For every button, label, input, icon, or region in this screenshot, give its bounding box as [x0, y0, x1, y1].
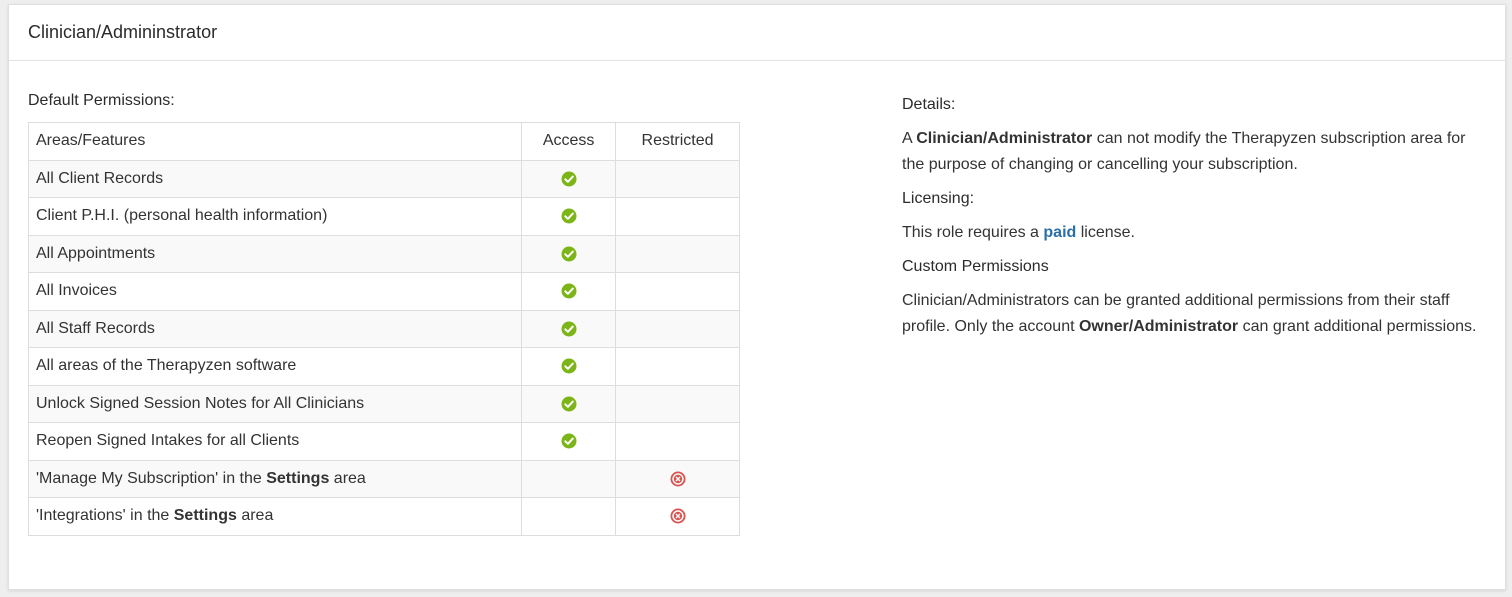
- details-paragraph: A Clinician/Administrator can not modify…: [902, 130, 1466, 173]
- check-circle-icon: [561, 170, 577, 187]
- permissions-label: Default Permissions:: [28, 92, 175, 109]
- restricted-cell: [615, 272, 740, 311]
- table-row: Reopen Signed Intakes for all Clients: [27, 422, 740, 461]
- owner-role-bold: Owner/Administrator: [1078, 318, 1239, 335]
- feature-cell: 'Manage My Subscription' in the Settings…: [27, 459, 523, 498]
- restricted-cell: [615, 384, 740, 423]
- restricted-cell: [615, 347, 740, 386]
- restricted-cell: [615, 459, 740, 498]
- feature-cell: All Invoices: [27, 272, 523, 311]
- feature-bold: Settings: [266, 469, 330, 487]
- restricted-cell: [615, 159, 740, 198]
- table-row: All areas of the Therapyzen software: [27, 347, 740, 386]
- feature-cell: Unlock Signed Session Notes for All Clin…: [27, 384, 523, 423]
- column-header-features: Areas/Features: [27, 122, 523, 161]
- table-row: All Invoices: [27, 272, 740, 311]
- restricted-cell: [615, 234, 740, 273]
- role-name-bold: Clinician/Administrator: [916, 130, 1093, 147]
- feature-bold: Settings: [173, 507, 237, 525]
- table-row: Unlock Signed Session Notes for All Clin…: [27, 384, 740, 423]
- restricted-cell: [615, 422, 740, 461]
- restricted-cell: [615, 197, 740, 236]
- feature-cell: Reopen Signed Intakes for all Clients: [27, 422, 523, 461]
- feature-cell: Client P.H.I. (personal health informati…: [27, 197, 523, 236]
- restricted-cell: [615, 497, 740, 536]
- role-card: Clinician/Admininstrator Default Permiss…: [8, 4, 1506, 590]
- permissions-table: Areas/Features Access Restricted All Cli…: [27, 122, 740, 536]
- details-label: Details:: [902, 96, 956, 113]
- paid-license-link[interactable]: paid: [1043, 224, 1076, 241]
- custom-permissions-label: Custom Permissions: [902, 258, 1049, 275]
- check-circle-icon: [561, 282, 577, 299]
- column-header-restricted: Restricted: [615, 122, 740, 161]
- x-circle-icon: [670, 507, 686, 524]
- access-cell: [521, 459, 617, 498]
- check-circle-icon: [561, 357, 577, 374]
- table-row: 'Integrations' in the Settings area: [27, 497, 740, 536]
- access-cell: [521, 497, 617, 536]
- access-cell: [521, 384, 617, 423]
- table-row: 'Manage My Subscription' in the Settings…: [27, 459, 740, 498]
- check-circle-icon: [561, 320, 577, 337]
- restricted-cell: [615, 309, 740, 348]
- table-row: All Client Records: [27, 159, 740, 198]
- column-header-access: Access: [521, 122, 617, 161]
- check-circle-icon: [561, 432, 577, 449]
- check-circle-icon: [561, 245, 577, 262]
- access-cell: [521, 234, 617, 273]
- access-cell: [521, 159, 617, 198]
- permissions-section: Default Permissions: Areas/Features Acce…: [27, 92, 740, 536]
- access-cell: [521, 197, 617, 236]
- access-cell: [521, 347, 617, 386]
- access-cell: [521, 309, 617, 348]
- table-row: All Staff Records: [27, 309, 740, 348]
- table-row: All Appointments: [27, 234, 740, 273]
- feature-cell: All areas of the Therapyzen software: [27, 347, 523, 386]
- feature-cell: 'Integrations' in the Settings area: [27, 497, 523, 536]
- licensing-paragraph: This role requires a paid license.: [902, 224, 1135, 241]
- check-circle-icon: [561, 395, 577, 412]
- page-title: Clinician/Admininstrator: [28, 22, 218, 42]
- feature-cell: All Client Records: [27, 159, 523, 198]
- feature-cell: All Appointments: [27, 234, 523, 273]
- table-header-row: Areas/Features Access Restricted: [27, 122, 740, 161]
- access-cell: [521, 272, 617, 311]
- feature-cell: All Staff Records: [27, 309, 523, 348]
- licensing-label: Licensing:: [902, 190, 975, 207]
- details-section: Details: A Clinician/Administrator can n…: [902, 92, 1492, 348]
- x-circle-icon: [670, 470, 686, 487]
- table-row: Client P.H.I. (personal health informati…: [27, 197, 740, 236]
- check-circle-icon: [561, 207, 577, 224]
- custom-permissions-paragraph: Clinician/Administrators can be granted …: [902, 292, 1477, 335]
- card-header: Clinician/Admininstrator: [9, 5, 1505, 61]
- access-cell: [521, 422, 617, 461]
